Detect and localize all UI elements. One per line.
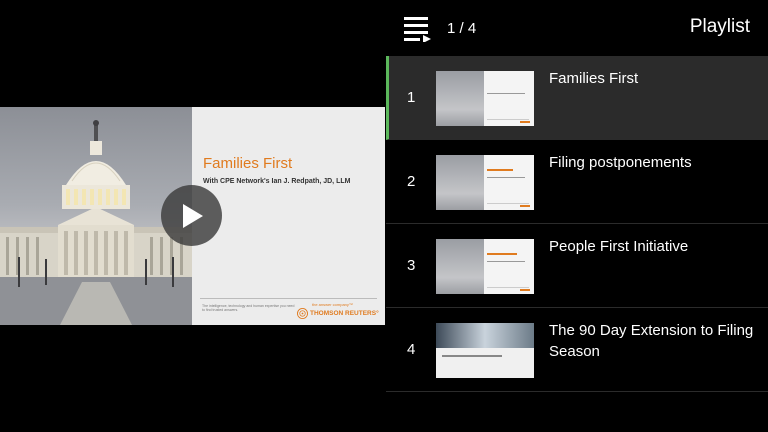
thomson-reuters-mark-icon	[297, 308, 308, 319]
thumbnail-text-line	[442, 355, 502, 357]
thumbnail-logo-mark	[520, 121, 530, 123]
playlist-item-label: The 90 Day Extension to Filing Season	[549, 322, 754, 360]
thomson-reuters-logo-text: THOMSON REUTERS°	[310, 310, 379, 317]
thumbnail-subtitle-line	[487, 93, 525, 94]
thumbnail-capitol-photo	[436, 71, 484, 126]
playlist-item-label: Families First	[549, 70, 639, 87]
playlist-panel: 1 / 4 Playlist 1 Families First 2 Filing…	[386, 0, 768, 432]
thumbnail-logo-mark	[520, 289, 530, 291]
playlist-item-number: 2	[407, 173, 416, 190]
playlist-title: Playlist	[689, 16, 750, 37]
playlist-item-number: 4	[407, 341, 416, 358]
playlist-header: 1 / 4 Playlist	[386, 0, 768, 56]
thumbnail-capitol-photo	[436, 155, 484, 210]
slide-subtitle: With CPE Network's Ian J. Redpath, JD, L…	[203, 178, 351, 185]
play-button[interactable]	[161, 185, 222, 246]
thumbnail-footer-line	[487, 119, 529, 120]
playlist-item[interactable]: 1 Families First	[386, 56, 768, 140]
thumbnail-page-body	[436, 348, 534, 378]
playlist-toggle-icon	[404, 17, 431, 43]
thumbnail-footer-line	[487, 203, 529, 204]
slide-title: Families First	[203, 155, 293, 172]
thumbnail-footer-line	[487, 287, 529, 288]
playlist-item-thumbnail	[436, 71, 534, 126]
slide-answer-company: the answer company™	[312, 302, 353, 307]
playlist-item-label: Filing postponements	[549, 154, 692, 171]
thumbnail-title-mark	[487, 169, 513, 171]
thumbnail-title-mark	[487, 253, 517, 255]
thumbnail-subtitle-line	[487, 261, 525, 262]
playlist-item[interactable]: 3 People First Initiative	[386, 224, 768, 308]
slide-tagline: The intelligence, technology and human e…	[202, 304, 295, 312]
playlist-item-thumbnail	[436, 239, 534, 294]
thumbnail-wave-photo	[436, 323, 534, 348]
playlist-item-thumbnail	[436, 155, 534, 210]
playlist-item[interactable]: 4 The 90 Day Extension to Filing Season	[386, 308, 768, 392]
thumbnail-capitol-photo	[436, 239, 484, 294]
video-player: Families First With CPE Network's Ian J.…	[0, 0, 386, 432]
thomson-reuters-logo: THOMSON REUTERS°	[297, 308, 379, 319]
playlist-item-number: 1	[407, 89, 416, 106]
playlist-item-number: 3	[407, 257, 416, 274]
playlist-toggle-button[interactable]	[404, 16, 432, 43]
play-icon	[182, 203, 203, 228]
thumbnail-subtitle-line	[487, 177, 525, 178]
playlist-item-thumbnail	[436, 323, 534, 378]
playlist-counter: 1 / 4	[447, 20, 477, 37]
playlist-item[interactable]: 2 Filing postponements	[386, 140, 768, 224]
slide-divider	[200, 298, 377, 299]
thumbnail-logo-mark	[520, 205, 530, 207]
playlist-item-label: People First Initiative	[549, 238, 689, 255]
playlist-items: 1 Families First 2 Filing postponements	[386, 56, 768, 392]
